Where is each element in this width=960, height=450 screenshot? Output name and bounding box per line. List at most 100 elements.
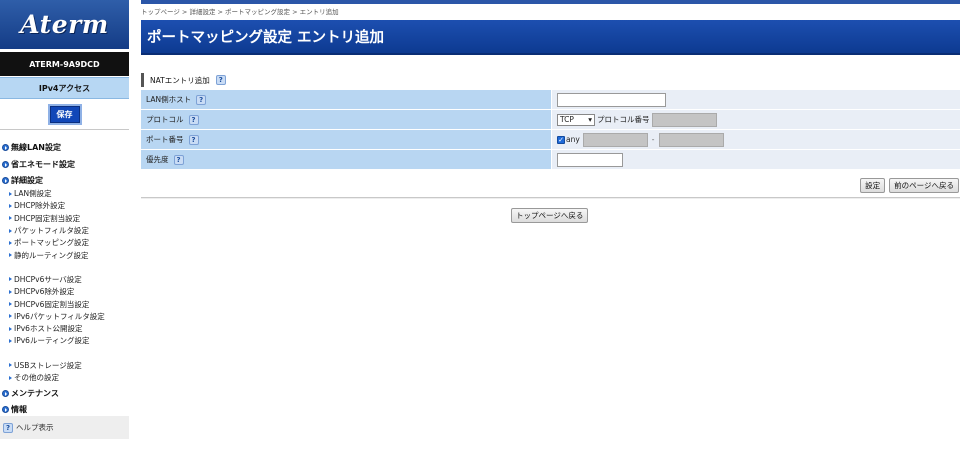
- row-label: プロトコル?: [141, 110, 552, 129]
- help-toggle[interactable]: ? ヘルプ表示: [0, 416, 129, 439]
- help-icon[interactable]: ?: [215, 75, 226, 85]
- sidebar-subitem[interactable]: その他の設定: [0, 371, 129, 383]
- protocol-number-input: [651, 112, 717, 127]
- sidebar-subitem-label: DHCP除外設定: [14, 201, 66, 211]
- main-content: トップページ > 詳細設定 > ポートマッピング設定 > エントリ追加 ポートマ…: [141, 0, 960, 450]
- triangle-icon: [9, 253, 12, 258]
- row-label: ポート番号?: [141, 130, 552, 149]
- sidebar-subitem-label: USBストレージ設定: [14, 360, 82, 370]
- any-label: any: [566, 135, 580, 144]
- triangle-icon: [9, 314, 12, 319]
- row-label-text: 優先度: [146, 155, 169, 164]
- row-label-text: プロトコル: [146, 115, 184, 124]
- triangle-icon: [9, 302, 12, 307]
- sidebar-item-eco[interactable]: 省エネモード設定: [0, 157, 129, 171]
- sidebar-subitem[interactable]: LAN側設定: [0, 188, 129, 200]
- sidebar-menu: 無線LAN設定 省エネモード設定 詳細設定 LAN側設定 DHCP除外設定 DH…: [0, 130, 129, 417]
- protocol-selected: TCP: [560, 115, 574, 124]
- row-value: [552, 150, 960, 169]
- set-button[interactable]: 設定: [860, 178, 886, 193]
- form-row-priority: 優先度?: [141, 150, 960, 170]
- help-label: ヘルプ表示: [16, 423, 54, 432]
- triangle-icon: [9, 277, 12, 282]
- sidebar-subitem-label: DHCPv6サーバ設定: [14, 274, 82, 284]
- sidebar-subitem-label: LAN側設定: [14, 189, 52, 199]
- lan-host-input[interactable]: [557, 92, 666, 107]
- help-icon[interactable]: ?: [188, 134, 199, 145]
- help-icon[interactable]: ?: [188, 114, 199, 125]
- sidebar-subitem-label: パケットフィルタ設定: [14, 226, 89, 236]
- row-value: ✓ any -: [552, 130, 960, 149]
- sidebar-subitem[interactable]: 静的ルーティング設定: [0, 249, 129, 261]
- sidebar-subitem[interactable]: IPv6ホスト公開設定: [0, 322, 129, 334]
- nat-entry-form: LAN側ホスト? プロトコル? TCP ▾ プロトコル番号 ポート番号? ✓ an…: [141, 90, 960, 170]
- row-label: LAN側ホスト?: [141, 90, 552, 109]
- sidebar-item-detail[interactable]: 詳細設定: [0, 174, 129, 188]
- triangle-icon: [9, 203, 12, 208]
- triangle-icon: [9, 326, 12, 331]
- arrow-circle-icon: [2, 160, 9, 168]
- port-end-input: [658, 132, 724, 147]
- sidebar-subitem[interactable]: DHCPv6固定割当設定: [0, 298, 129, 310]
- sidebar-subitem[interactable]: DHCPv6除外設定: [0, 286, 129, 298]
- form-row-port: ポート番号? ✓ any -: [141, 130, 960, 150]
- sidebar: Aterm ATERM-9A9DCD IPv4アクセス 保存 無線LAN設定 省…: [0, 0, 129, 450]
- back-button[interactable]: 前のページへ戻る: [889, 178, 959, 193]
- sidebar-subitem-label: DHCPv6除外設定: [14, 287, 75, 297]
- page-title: ポートマッピング設定 エントリ追加: [147, 30, 385, 46]
- triangle-icon: [9, 375, 12, 380]
- arrow-circle-icon: [2, 177, 9, 184]
- row-label: 優先度?: [141, 150, 552, 169]
- sidebar-item-label: 詳細設定: [11, 176, 43, 185]
- save-area: 保存: [0, 99, 129, 130]
- section-heading: NATエントリ追加 ?: [141, 73, 229, 87]
- sidebar-item-info[interactable]: 情報: [0, 403, 129, 417]
- sidebar-subitem[interactable]: ポートマッピング設定: [0, 237, 129, 249]
- sidebar-subitem[interactable]: パケットフィルタ設定: [0, 224, 129, 236]
- any-checkbox[interactable]: ✓: [557, 135, 565, 144]
- sidebar-subitem-label: IPv6ルーティング設定: [14, 336, 90, 346]
- divider: [141, 197, 960, 199]
- sidebar-item-maintenance[interactable]: メンテナンス: [0, 386, 129, 400]
- help-icon[interactable]: ?: [196, 94, 207, 105]
- sidebar-item-label: 無線LAN設定: [11, 143, 61, 152]
- triangle-icon: [9, 240, 12, 245]
- row-label-text: LAN側ホスト: [146, 95, 192, 104]
- protocol-select[interactable]: TCP ▾: [557, 113, 595, 126]
- sidebar-subitem[interactable]: IPv6ルーティング設定: [0, 335, 129, 347]
- sidebar-subitem-label: IPv6ホスト公開設定: [14, 324, 83, 334]
- priority-input[interactable]: [557, 152, 623, 167]
- sidebar-subitem-label: 静的ルーティング設定: [14, 250, 89, 260]
- form-row-protocol: プロトコル? TCP ▾ プロトコル番号: [141, 110, 960, 130]
- protocol-number-label: プロトコル番号: [597, 115, 650, 124]
- sidebar-item-label: 情報: [11, 405, 27, 415]
- sidebar-subitem[interactable]: DHCPv6サーバ設定: [0, 273, 129, 285]
- sidebar-subitem[interactable]: DHCP固定割当設定: [0, 212, 129, 224]
- row-label-text: ポート番号: [146, 135, 184, 144]
- port-range-dash: -: [651, 135, 655, 144]
- page-title-bar: ポートマッピング設定 エントリ追加: [141, 20, 960, 55]
- arrow-circle-icon: [2, 144, 9, 151]
- help-icon: ?: [3, 422, 13, 433]
- section-title: NATエントリ追加: [150, 75, 210, 85]
- triangle-icon: [9, 338, 12, 343]
- sidebar-subitem-label: DHCP固定割当設定: [14, 213, 81, 223]
- sidebar-item-wireless[interactable]: 無線LAN設定: [0, 141, 129, 155]
- sidebar-subitem-label: IPv6パケットフィルタ設定: [14, 311, 105, 321]
- row-value: [552, 90, 960, 109]
- triangle-icon: [9, 216, 12, 221]
- sidebar-subitem[interactable]: USBストレージ設定: [0, 359, 129, 371]
- model-name: ATERM-9A9DCD: [0, 52, 129, 76]
- sidebar-subitem[interactable]: IPv6パケットフィルタ設定: [0, 310, 129, 322]
- save-button[interactable]: 保存: [49, 105, 80, 123]
- row-value: TCP ▾ プロトコル番号: [552, 110, 960, 129]
- sidebar-item-label: メンテナンス: [11, 388, 59, 398]
- sidebar-subitem[interactable]: DHCP除外設定: [0, 200, 129, 212]
- triangle-icon: [9, 289, 12, 294]
- help-icon[interactable]: ?: [173, 154, 184, 165]
- logo-text: Aterm: [20, 10, 109, 39]
- chevron-down-icon: ▾: [588, 115, 592, 124]
- back-to-top-button[interactable]: トップページへ戻る: [511, 208, 589, 223]
